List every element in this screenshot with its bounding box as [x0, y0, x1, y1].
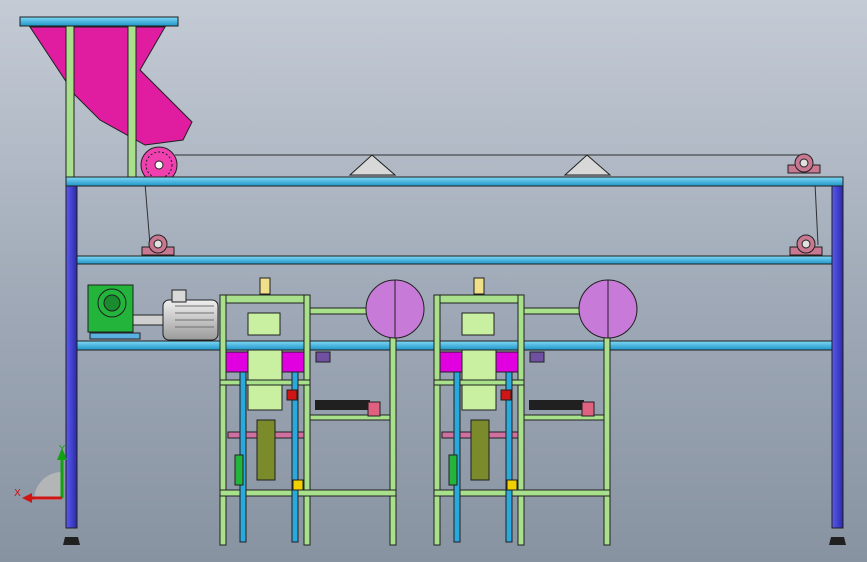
bearing-level2-left	[141, 234, 175, 256]
conveyor-top	[144, 153, 821, 246]
top-platform	[19, 16, 179, 27]
machine-drawing: Y X	[14, 16, 846, 546]
foot-left	[63, 537, 80, 545]
triad-x-label: X	[14, 488, 21, 499]
beam-level-3	[76, 340, 833, 351]
beam-level-2	[76, 255, 833, 265]
guide-right	[563, 154, 612, 176]
bearing-icon	[787, 153, 821, 174]
hopper-assembly	[19, 16, 193, 184]
cad-viewport[interactable]: Y X	[0, 0, 867, 562]
motor-icon	[162, 289, 219, 341]
gearbox-icon	[87, 284, 141, 340]
hopper-post-left	[65, 25, 75, 179]
hopper-post-right	[127, 25, 137, 179]
triad-y-label: Y	[58, 444, 66, 455]
triad-icon[interactable]: Y X	[14, 444, 67, 503]
drive-unit	[87, 284, 219, 341]
guide-left	[348, 154, 397, 176]
hopper-chute	[29, 26, 193, 146]
press-station-2	[433, 277, 638, 546]
foot-right	[829, 537, 846, 545]
press-station-1	[219, 277, 425, 546]
frame-column-left	[65, 177, 78, 529]
frame-column-right	[831, 177, 844, 529]
beam-level-1	[65, 176, 844, 187]
